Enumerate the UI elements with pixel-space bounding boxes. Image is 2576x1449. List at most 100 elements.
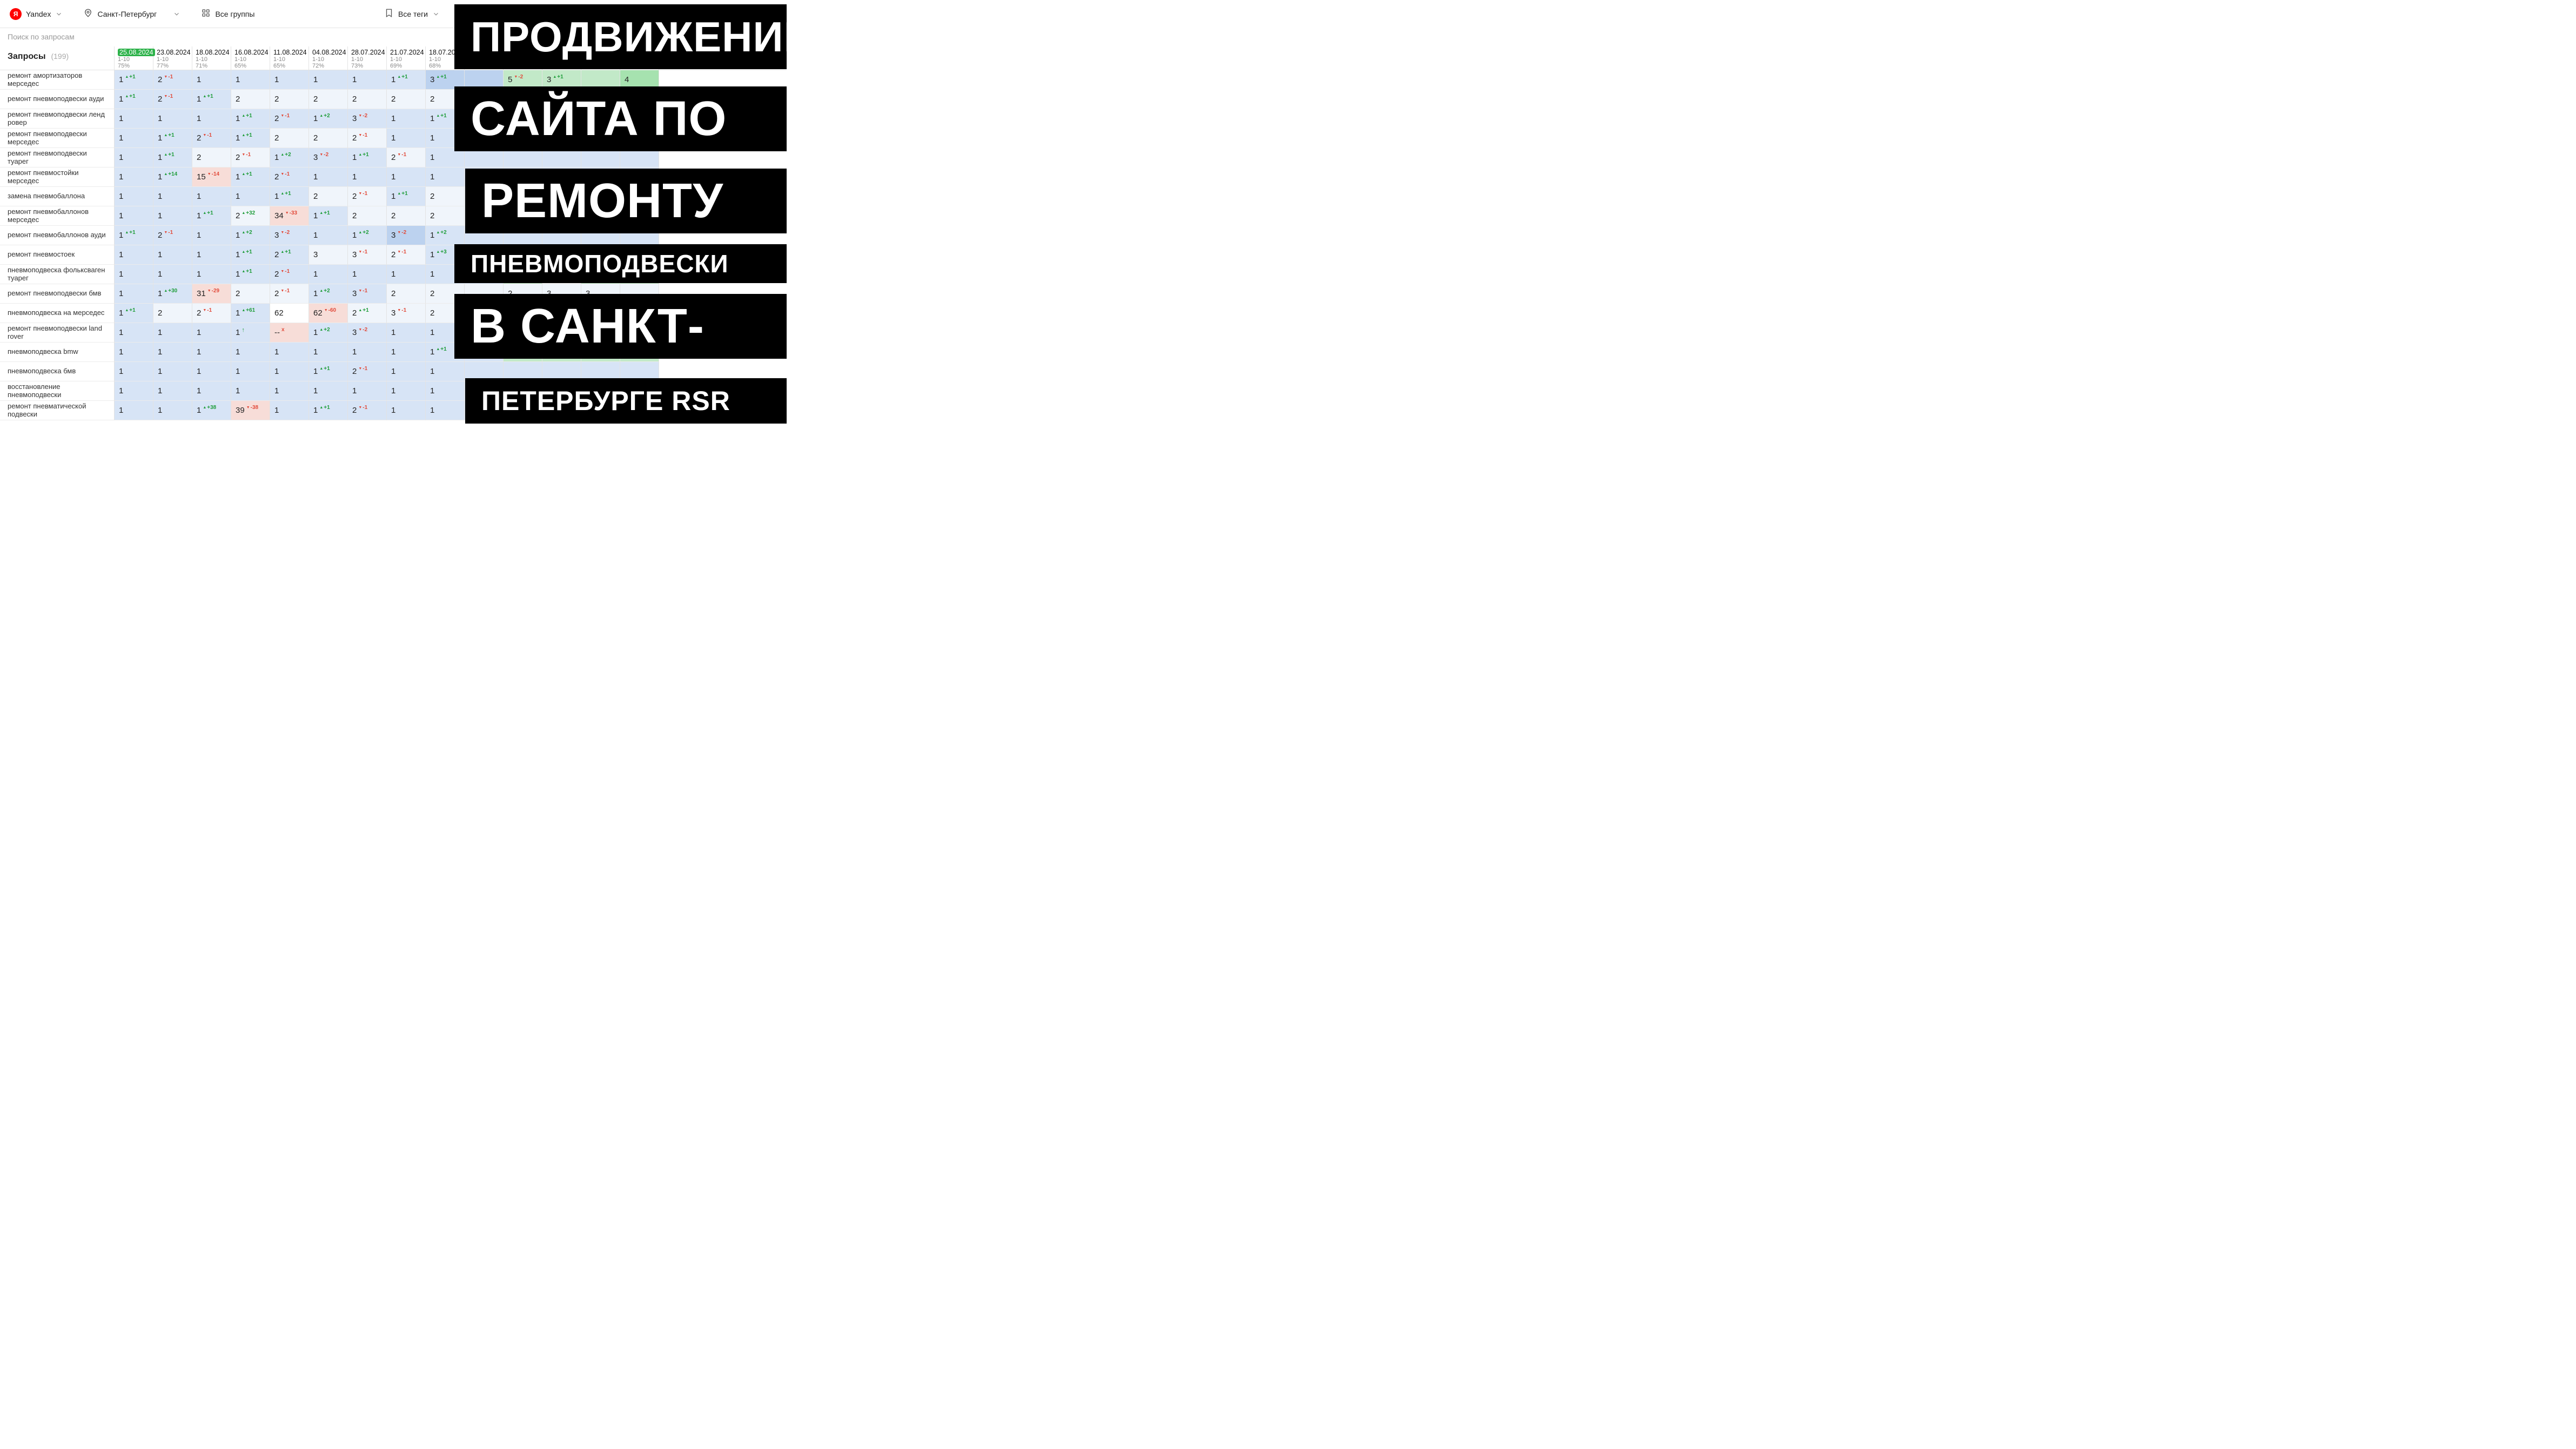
position-cell[interactable]: 1+1 — [115, 90, 153, 109]
position-cell[interactable]: 1+1 — [153, 129, 192, 148]
query-row[interactable]: ремонт пневмобаллонов ауди — [0, 226, 114, 245]
position-cell[interactable] — [620, 129, 659, 148]
position-cell[interactable] — [504, 129, 542, 148]
position-cell[interactable]: 2 — [309, 129, 348, 148]
position-cell[interactable]: 2 — [426, 304, 465, 323]
position-cell[interactable]: 1 — [192, 226, 231, 245]
position-cell[interactable]: 7 — [581, 304, 620, 323]
position-cell[interactable] — [581, 362, 620, 381]
position-cell[interactable]: 1 — [192, 70, 231, 90]
position-cell[interactable] — [581, 343, 620, 362]
position-cell[interactable] — [581, 323, 620, 343]
date-column-header[interactable] — [581, 46, 620, 70]
position-cell[interactable]: 1+1 — [348, 148, 387, 167]
query-row[interactable]: замена пневмобаллона — [0, 187, 114, 206]
position-cell[interactable] — [620, 226, 659, 245]
position-cell[interactable]: 1 — [115, 323, 153, 343]
position-cell[interactable]: 3-2 — [309, 148, 348, 167]
position-cell[interactable]: 39-38 — [231, 401, 270, 420]
position-cell[interactable] — [581, 148, 620, 167]
position-cell[interactable]: 2+4 — [504, 343, 542, 362]
position-cell[interactable] — [465, 206, 504, 226]
position-cell[interactable]: 2 — [426, 284, 465, 304]
position-cell[interactable]: 1 — [387, 265, 426, 284]
position-cell[interactable]: 2 — [231, 90, 270, 109]
position-cell[interactable]: 2 — [426, 187, 465, 206]
query-row[interactable]: ремонт пневмоподвески ауди — [0, 90, 114, 109]
date-column-header[interactable]: 25.08.20241-1075% — [115, 46, 153, 70]
query-row[interactable]: ремонт пневмостоек — [0, 245, 114, 265]
position-cell[interactable]: 1 — [426, 129, 465, 148]
position-cell[interactable] — [542, 226, 581, 245]
position-cell[interactable]: 1 — [309, 167, 348, 187]
position-cell[interactable] — [581, 226, 620, 245]
position-cell[interactable]: 3-1 — [387, 304, 426, 323]
position-cell[interactable] — [465, 381, 504, 401]
position-cell[interactable]: 1 — [309, 70, 348, 90]
query-row[interactable]: ремонт пневмоподвески ленд ровер — [0, 109, 114, 129]
position-cell[interactable]: 1 — [231, 381, 270, 401]
date-column-header[interactable]: 04.08.20241-1072% — [309, 46, 348, 70]
position-cell[interactable]: 3 — [581, 265, 620, 284]
query-row[interactable]: ремонт пневмоподвески бмв — [0, 284, 114, 304]
position-cell[interactable]: 3+1 — [542, 70, 581, 90]
position-cell[interactable] — [620, 206, 659, 226]
position-cell[interactable]: 2-1 — [270, 265, 309, 284]
position-cell[interactable] — [465, 304, 504, 323]
position-cell[interactable] — [620, 323, 659, 343]
position-cell[interactable]: 3-1 — [348, 245, 387, 265]
position-cell[interactable]: 62-60 — [309, 304, 348, 323]
position-cell[interactable]: 1 — [348, 381, 387, 401]
position-cell[interactable]: 1+1 — [115, 226, 153, 245]
position-cell[interactable]: 3-1 — [348, 284, 387, 304]
position-cell[interactable]: -18 — [542, 109, 581, 129]
position-cell[interactable]: 15-14 — [192, 167, 231, 187]
position-cell[interactable]: 1+61 — [231, 304, 270, 323]
position-cell[interactable]: 1 — [115, 129, 153, 148]
position-cell[interactable]: 1 — [387, 362, 426, 381]
position-cell[interactable]: 1+1 — [115, 70, 153, 90]
tags-selector[interactable]: Все теги — [379, 6, 445, 22]
position-cell[interactable]: 1 — [426, 401, 465, 420]
position-cell[interactable]: 1 — [426, 167, 465, 187]
position-cell[interactable]: 2-1 — [348, 187, 387, 206]
position-cell[interactable]: 1 — [115, 167, 153, 187]
position-cell[interactable] — [465, 187, 504, 206]
position-cell[interactable] — [504, 381, 542, 401]
position-cell[interactable]: 2 — [426, 206, 465, 226]
position-cell[interactable]: 3-2 — [387, 226, 426, 245]
position-cell[interactable]: 1 — [192, 187, 231, 206]
position-cell[interactable]: 1 — [309, 343, 348, 362]
position-cell[interactable]: 2-1 — [348, 129, 387, 148]
region-selector[interactable]: Санкт-Петербург — [78, 6, 186, 22]
position-cell[interactable]: 2 — [504, 284, 542, 304]
position-cell[interactable]: 5 — [504, 304, 542, 323]
position-cell[interactable]: 1+1 — [426, 343, 465, 362]
position-cell[interactable] — [620, 187, 659, 206]
position-cell[interactable]: 1+1 — [231, 109, 270, 129]
position-cell[interactable]: 1 — [270, 381, 309, 401]
position-cell[interactable]: 2 — [231, 284, 270, 304]
position-cell[interactable]: 2-1 — [270, 284, 309, 304]
position-cell[interactable]: 1+38 — [192, 401, 231, 420]
position-cell[interactable] — [542, 206, 581, 226]
position-cell[interactable]: 1 — [153, 109, 192, 129]
date-column-header[interactable]: 18.08.20241-1071% — [192, 46, 231, 70]
query-row[interactable]: ремонт пневматической подвески — [0, 401, 114, 420]
position-cell[interactable]: 2 — [387, 284, 426, 304]
position-cell[interactable]: 2 — [270, 129, 309, 148]
position-cell[interactable]: 1+2 — [231, 226, 270, 245]
position-cell[interactable] — [581, 381, 620, 401]
position-cell[interactable] — [465, 401, 504, 420]
position-cell[interactable]: 1 — [192, 343, 231, 362]
position-cell[interactable] — [581, 245, 620, 265]
position-cell[interactable] — [465, 362, 504, 381]
position-cell[interactable]: 1 — [309, 226, 348, 245]
position-cell[interactable] — [620, 109, 659, 129]
position-cell[interactable] — [465, 70, 504, 90]
position-cell[interactable]: 2 — [387, 90, 426, 109]
date-column-header[interactable]: 16.08.20241-1065% — [231, 46, 270, 70]
position-cell[interactable] — [620, 343, 659, 362]
position-cell[interactable]: 1+2 — [426, 226, 465, 245]
position-cell[interactable] — [465, 245, 504, 265]
